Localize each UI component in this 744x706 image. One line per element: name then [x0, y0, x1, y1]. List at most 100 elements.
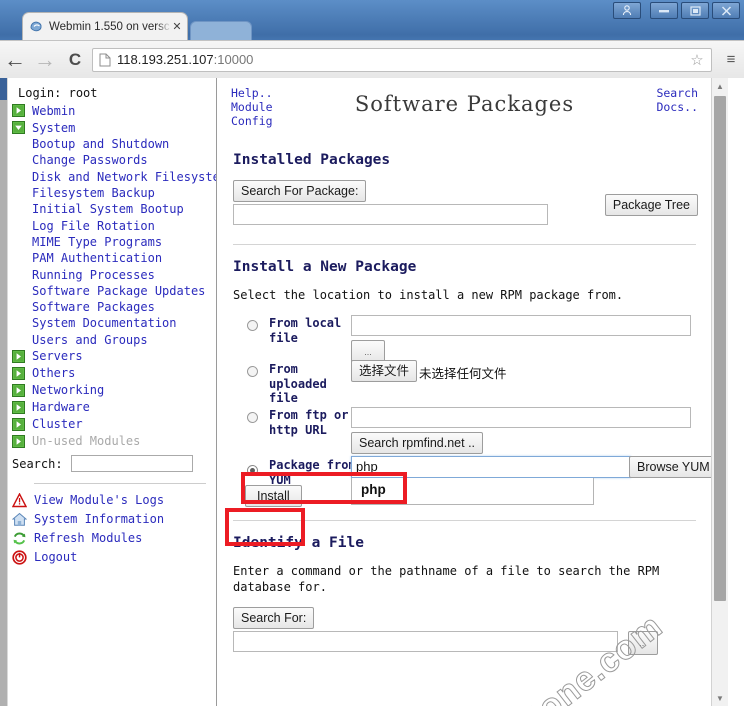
sidebar-subitem-label[interactable]: Bootup and Shutdown	[32, 137, 169, 151]
sidebar-scrollbar-thumb[interactable]	[0, 78, 7, 100]
search-for-package-button[interactable]: Search For Package:	[233, 180, 367, 202]
sidebar-scrollbar-track[interactable]	[0, 100, 7, 706]
sidebar-item-networking[interactable]: Networking	[10, 382, 216, 399]
reload-icon[interactable]: C	[60, 51, 90, 68]
tab-strip: Webmin 1.550 on versc ✕	[0, 12, 744, 41]
file-status-text: 未选择任何文件	[419, 366, 507, 381]
local-file-path-input[interactable]	[351, 315, 691, 336]
sidebar-subitem-software-package-updates[interactable]: Software Package Updates	[10, 283, 216, 299]
sidebar-subitem-label[interactable]: Users and Groups	[32, 333, 148, 347]
sidebar-item-label[interactable]: Others	[32, 366, 75, 380]
sidebar-item-label[interactable]: Servers	[32, 349, 83, 363]
tree-toggle-icon[interactable]	[12, 400, 25, 414]
package-tree-button[interactable]: Package Tree	[604, 194, 698, 216]
sidebar-subitem-label[interactable]: Initial System Bootup	[32, 202, 184, 216]
sidebar-link-refresh-modules[interactable]: Refresh Modules	[10, 529, 216, 548]
sidebar-subitem-label[interactable]: Running Processes	[32, 268, 155, 282]
sidebar-link-label[interactable]: Logout	[34, 550, 77, 564]
sidebar-subitem-software-packages[interactable]: Software Packages	[10, 299, 216, 315]
sidebar-subitem-label[interactable]: Software Package Updates	[32, 284, 205, 298]
search-rpmfind-button[interactable]: Search rpmfind.net ..	[351, 432, 484, 454]
tree-toggle-icon[interactable]	[12, 434, 25, 448]
yum-package-input[interactable]: php	[351, 456, 631, 478]
chrome-menu-icon[interactable]: ≡	[718, 52, 744, 67]
sidebar-subitem-label[interactable]: MIME Type Programs	[32, 235, 162, 249]
content-scrollbar[interactable]: ▲ ▼	[711, 78, 728, 706]
sidebar-search-input[interactable]	[70, 455, 193, 473]
sidebar-item-cluster[interactable]: Cluster	[10, 416, 216, 433]
sidebar-link-system-information[interactable]: System Information	[10, 510, 216, 529]
sidebar-subitem-label[interactable]: PAM Authentication	[32, 251, 162, 265]
sidebar-link-label[interactable]: View Module's Logs	[34, 493, 164, 507]
scroll-up-arrow-icon[interactable]: ▲	[712, 78, 728, 94]
sidebar-subitem-running-processes[interactable]: Running Processes	[10, 266, 216, 282]
sidebar-item-label[interactable]: Cluster	[32, 417, 83, 431]
sidebar-subitem-label[interactable]: Disk and Network Filesystems	[32, 170, 234, 184]
sidebar-item-label[interactable]: Webmin	[32, 104, 75, 118]
sidebar-item-un-used-modules[interactable]: Un-used Modules	[10, 433, 216, 450]
tree-toggle-icon[interactable]	[12, 383, 25, 397]
sidebar-link-label[interactable]: System Information	[34, 512, 164, 526]
address-bar[interactable]: 118.193.251.107:10000 ☆	[92, 47, 712, 72]
sidebar-subitem-label[interactable]: Software Packages	[32, 300, 155, 314]
search-docs-link[interactable]: Search	[656, 86, 698, 100]
yum-package-suggestion[interactable]: php	[351, 478, 594, 505]
sidebar-subitem-system-documentation[interactable]: System Documentation	[10, 315, 216, 331]
sidebar-item-others[interactable]: Others	[10, 365, 216, 382]
sidebar-subitem-users-and-groups[interactable]: Users and Groups	[10, 332, 216, 348]
sidebar-subitem-bootup-and-shutdown[interactable]: Bootup and Shutdown	[10, 136, 216, 152]
browser-tab[interactable]: Webmin 1.550 on versc ✕	[22, 12, 188, 40]
sidebar-item-label[interactable]: Un-used Modules	[32, 434, 140, 448]
module-config-link-2[interactable]: Config	[231, 114, 273, 128]
sidebar-search: Search:	[10, 453, 216, 475]
tab-close-icon[interactable]: ✕	[171, 20, 183, 33]
sidebar-link-view-module-s-logs[interactable]: View Module's Logs	[10, 491, 216, 510]
url-input[interactable]	[351, 407, 691, 428]
tree-toggle-icon[interactable]	[12, 417, 25, 431]
tree-toggle-icon[interactable]	[12, 349, 25, 363]
label-from-local-file: From local file	[269, 316, 342, 345]
search-docs-link-2[interactable]: Docs..	[656, 100, 698, 114]
sidebar-subitem-log-file-rotation[interactable]: Log File Rotation	[10, 217, 216, 233]
install-button[interactable]: Install	[245, 485, 302, 507]
sidebar-scrollbar[interactable]	[0, 78, 8, 706]
identify-search-input[interactable]	[233, 631, 618, 652]
sidebar-subitem-label[interactable]: System Documentation	[32, 316, 177, 330]
radio-from-uploaded-file[interactable]	[247, 366, 258, 377]
sidebar-subitem-filesystem-backup[interactable]: Filesystem Backup	[10, 185, 216, 201]
sidebar-item-hardware[interactable]: Hardware	[10, 399, 216, 416]
bookmark-star-icon[interactable]: ☆	[687, 51, 707, 69]
sidebar-subitem-label[interactable]: Filesystem Backup	[32, 186, 155, 200]
tree-toggle-icon[interactable]	[12, 104, 25, 117]
identify-browse-button[interactable]: ...	[628, 631, 658, 655]
sidebar-subitem-pam-authentication[interactable]: PAM Authentication	[10, 250, 216, 266]
sidebar-subitem-initial-system-bootup[interactable]: Initial System Bootup	[10, 201, 216, 217]
radio-package-from-yum[interactable]	[247, 465, 258, 477]
choose-file-button[interactable]: 选择文件	[351, 360, 418, 382]
sidebar-item-system[interactable]: System	[10, 119, 216, 136]
sidebar-subitem-mime-type-programs[interactable]: MIME Type Programs	[10, 234, 216, 250]
sidebar-item-label[interactable]: Hardware	[32, 400, 90, 414]
identify-search-for-button[interactable]: Search For:	[233, 607, 315, 629]
sidebar-subitem-label[interactable]: Log File Rotation	[32, 219, 155, 233]
sidebar-link-label[interactable]: Refresh Modules	[34, 531, 142, 545]
search-for-package-input[interactable]	[233, 204, 548, 225]
radio-from-url[interactable]	[247, 412, 258, 423]
sidebar-link-logout[interactable]: Logout	[10, 548, 216, 567]
sidebar-item-servers[interactable]: Servers	[10, 348, 216, 365]
content-scrollbar-thumb[interactable]	[714, 96, 726, 601]
radio-from-local-file[interactable]	[247, 320, 258, 331]
scroll-down-arrow-icon[interactable]: ▼	[712, 690, 728, 706]
sidebar-subitem-label[interactable]: Change Passwords	[32, 153, 148, 167]
new-tab-button[interactable]	[190, 21, 252, 41]
label-from-url: From ftp or http URL	[269, 408, 349, 437]
tree-toggle-icon[interactable]	[12, 121, 25, 134]
back-icon[interactable]: ←	[0, 48, 30, 71]
tree-toggle-icon[interactable]	[12, 366, 25, 380]
sidebar-subitem-change-passwords[interactable]: Change Passwords	[10, 152, 216, 168]
sidebar-item-webmin[interactable]: Webmin	[10, 102, 216, 119]
forward-icon[interactable]: →	[30, 48, 60, 71]
sidebar-item-label[interactable]: System	[32, 121, 75, 135]
sidebar-item-label[interactable]: Networking	[32, 383, 104, 397]
sidebar-subitem-disk-and-network-filesystems[interactable]: Disk and Network Filesystems	[10, 169, 234, 185]
